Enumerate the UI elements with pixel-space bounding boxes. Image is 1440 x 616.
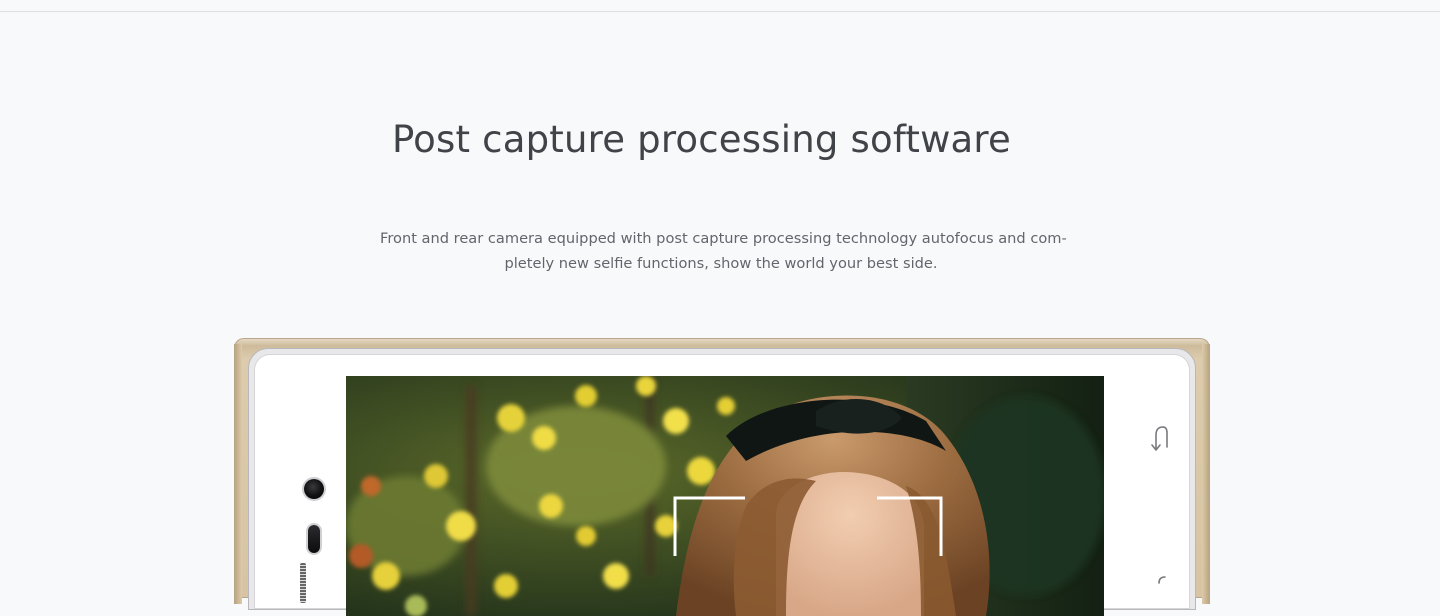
section-description: Front and rear camera equipped with post… xyxy=(380,226,1067,276)
top-divider xyxy=(0,11,1440,12)
section-title: Post capture processing software xyxy=(391,118,1011,161)
phone-frame-right xyxy=(1202,344,1210,604)
phone-glass xyxy=(254,354,1190,616)
earpiece-speaker-icon xyxy=(300,563,306,603)
proximity-sensor-icon xyxy=(308,525,320,553)
selfie-photo xyxy=(346,376,1104,616)
phone-screen-photo xyxy=(346,376,1104,616)
description-line: pletely new selfie functions, show the w… xyxy=(504,255,938,272)
phone-frame-left xyxy=(234,344,242,604)
back-nav-icon[interactable] xyxy=(1147,423,1171,453)
recent-nav-icon[interactable] xyxy=(1147,573,1171,603)
front-camera-icon xyxy=(304,479,324,499)
phone-device xyxy=(234,338,1210,616)
phone-bezel xyxy=(248,348,1196,616)
description-line: Front and rear camera equipped with post… xyxy=(380,230,1067,247)
